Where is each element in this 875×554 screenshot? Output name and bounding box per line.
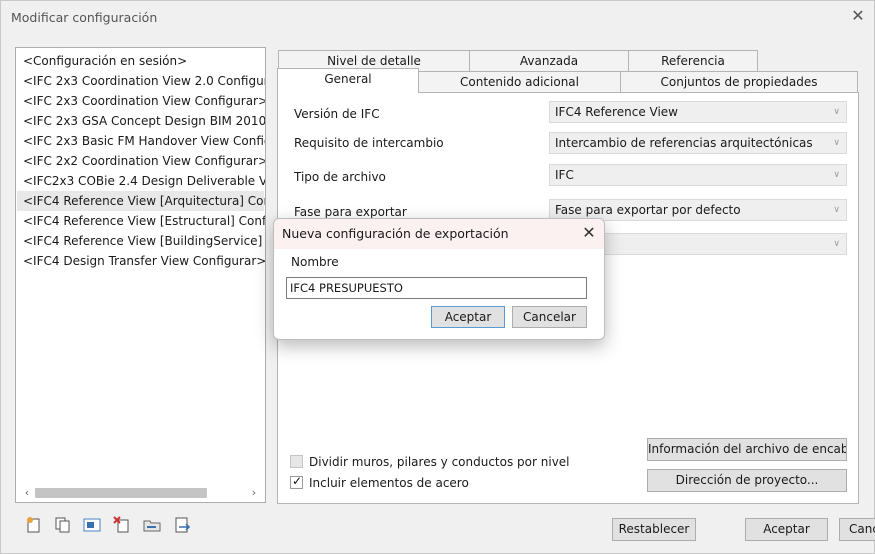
list-item[interactable]: <IFC 2x3 Coordination View Configurar> — [23, 91, 265, 111]
ok-button[interactable]: Aceptar — [745, 518, 828, 541]
chevron-down-icon: ∨ — [833, 107, 840, 117]
include-steel-checkbox[interactable] — [290, 474, 303, 489]
list-item[interactable]: <IFC4 Reference View [BuildingService] C… — [23, 231, 265, 251]
file-type-select[interactable]: IFC ∨ — [549, 164, 847, 186]
list-item[interactable]: <IFC 2x3 Basic FM Handover View Configur… — [23, 131, 265, 151]
rename-config-icon[interactable] — [83, 516, 101, 534]
horizontal-scrollbar[interactable]: ‹ › — [17, 485, 264, 501]
duplicate-config-icon[interactable] — [54, 516, 72, 534]
tab-general[interactable]: General — [277, 68, 419, 93]
delete-config-icon[interactable] — [113, 516, 131, 534]
split-walls-label: Dividir muros, pilares y conductos por n… — [309, 455, 570, 469]
list-item[interactable]: <IFC4 Design Transfer View Configurar> — [23, 251, 265, 271]
close-icon[interactable]: ✕ — [849, 7, 867, 25]
chevron-down-icon: ∨ — [833, 138, 840, 148]
modify-config-window: Modificar configuración ✕ <Configuración… — [0, 0, 875, 554]
tab-additional-content[interactable]: Contenido adicional — [418, 71, 621, 93]
scroll-left-icon[interactable]: ‹ — [21, 485, 33, 501]
cancel-button[interactable]: Cancelar — [839, 518, 875, 541]
chevron-down-icon: ∨ — [833, 205, 840, 215]
exchange-requirement-label: Requisito de intercambio — [294, 136, 444, 150]
ifc-version-select[interactable]: IFC4 Reference View ∨ — [549, 101, 847, 123]
list-item[interactable]: <IFC 2x2 Coordination View Configurar> — [23, 151, 265, 171]
include-steel-label: Incluir elementos de acero — [309, 476, 469, 490]
scroll-thumb[interactable] — [35, 488, 207, 498]
dialog-ok-button[interactable]: Aceptar — [431, 306, 505, 328]
list-item[interactable]: <IFC 2x3 GSA Concept Design BIM 2010 Con… — [23, 111, 265, 131]
tab-advanced[interactable]: Avanzada — [469, 50, 629, 72]
file-type-value: IFC — [555, 168, 574, 182]
close-icon[interactable]: ✕ — [580, 223, 598, 243]
export-config-icon[interactable] — [173, 516, 191, 534]
exchange-requirement-select[interactable]: Intercambio de referencias arquitectónic… — [549, 132, 847, 154]
ifc-version-value: IFC4 Reference View — [555, 105, 678, 119]
reset-button[interactable]: Restablecer — [612, 518, 696, 541]
list-item-selected[interactable]: <IFC4 Reference View [Arquitectura] Conf… — [17, 191, 265, 211]
config-list[interactable]: <Configuración en sesión> <IFC 2x3 Coord… — [15, 47, 266, 503]
file-type-label: Tipo de archivo — [294, 170, 386, 184]
name-label: Nombre — [291, 255, 339, 269]
project-address-button[interactable]: Dirección de proyecto... — [647, 469, 847, 492]
chevron-down-icon: ∨ — [833, 170, 840, 180]
list-item[interactable]: <IFC4 Reference View [Estructural] Confi… — [23, 211, 265, 231]
dialog-title: Nueva configuración de exportación — [282, 226, 509, 241]
list-item[interactable]: <IFC 2x3 Coordination View 2.0 Configura… — [23, 71, 265, 91]
scroll-right-icon[interactable]: › — [248, 485, 260, 501]
import-config-icon[interactable] — [143, 516, 161, 534]
list-item[interactable]: <Configuración en sesión> — [23, 51, 187, 71]
chevron-down-icon: ∨ — [833, 239, 840, 249]
window-title: Modificar configuración — [11, 10, 158, 25]
exchange-requirement-value: Intercambio de referencias arquitectónic… — [555, 136, 813, 150]
export-phase-label: Fase para exportar — [294, 205, 407, 219]
split-walls-checkbox[interactable] — [290, 455, 303, 468]
dialog-cancel-button[interactable]: Cancelar — [512, 306, 587, 328]
name-input[interactable] — [286, 277, 587, 299]
tab-property-sets[interactable]: Conjuntos de propiedades — [620, 71, 858, 93]
list-item[interactable]: <IFC2x3 COBie 2.4 Design Deliverable Vie… — [23, 171, 265, 191]
tab-geo-reference[interactable]: Referencia geográfica — [628, 50, 758, 88]
export-phase-value: Fase para exportar por defecto — [555, 203, 741, 217]
ifc-version-label: Versión de IFC — [294, 107, 380, 121]
new-config-icon[interactable] — [25, 516, 43, 534]
header-info-button[interactable]: Información del archivo de encabezado... — [647, 438, 847, 461]
new-export-config-dialog: Nueva configuración de exportación ✕ Nom… — [273, 218, 605, 340]
